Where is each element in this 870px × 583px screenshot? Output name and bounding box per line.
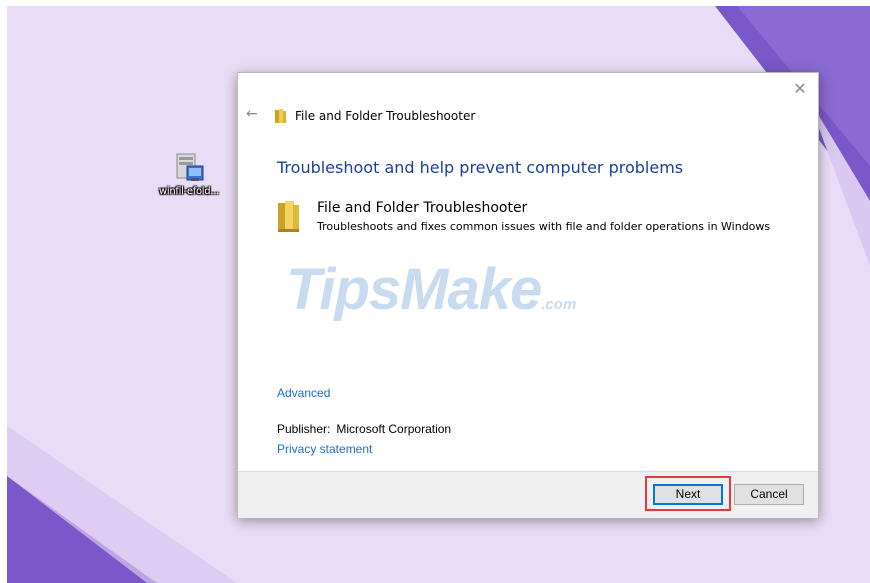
window-title: File and Folder Troubleshooter [295,109,476,123]
page-heading: Troubleshoot and help prevent computer p… [277,158,684,177]
program-file-icon [176,153,204,181]
watermark-text: TipsMake [286,257,542,322]
privacy-statement-link[interactable]: Privacy statement [277,442,372,456]
close-button[interactable]: ✕ [790,79,810,99]
screen-border-left [0,0,7,583]
watermark-suffix: .com [541,296,577,313]
back-button[interactable]: ← [246,106,258,122]
next-button[interactable]: Next [653,484,723,505]
publisher-info: Publisher: Microsoft Corporation [277,422,451,436]
desktop-icon-label: winfil-efold... [159,186,219,197]
watermark: TipsMake.com [286,256,576,323]
troubleshooter-dialog: ✕ ← File and Folder Troubleshooter Troub… [237,72,819,518]
troubleshooter-name: File and Folder Troubleshooter [317,200,528,216]
back-arrow-icon: ← [246,106,258,122]
cancel-button[interactable]: Cancel [734,484,804,505]
desktop-icon-winfile[interactable]: winfil-efold... [153,152,225,197]
folder-icon [278,201,299,232]
publisher-label: Publisher: [277,422,331,436]
dialog-footer: Next Cancel [238,471,818,518]
troubleshooter-description: Troubleshoots and fixes common issues wi… [317,220,771,233]
dialog-header: ← File and Folder Troubleshooter [238,106,818,128]
folder-icon [275,109,286,123]
publisher-value: Microsoft Corporation [336,422,452,436]
close-icon: ✕ [793,79,807,98]
advanced-link[interactable]: Advanced [277,386,330,400]
